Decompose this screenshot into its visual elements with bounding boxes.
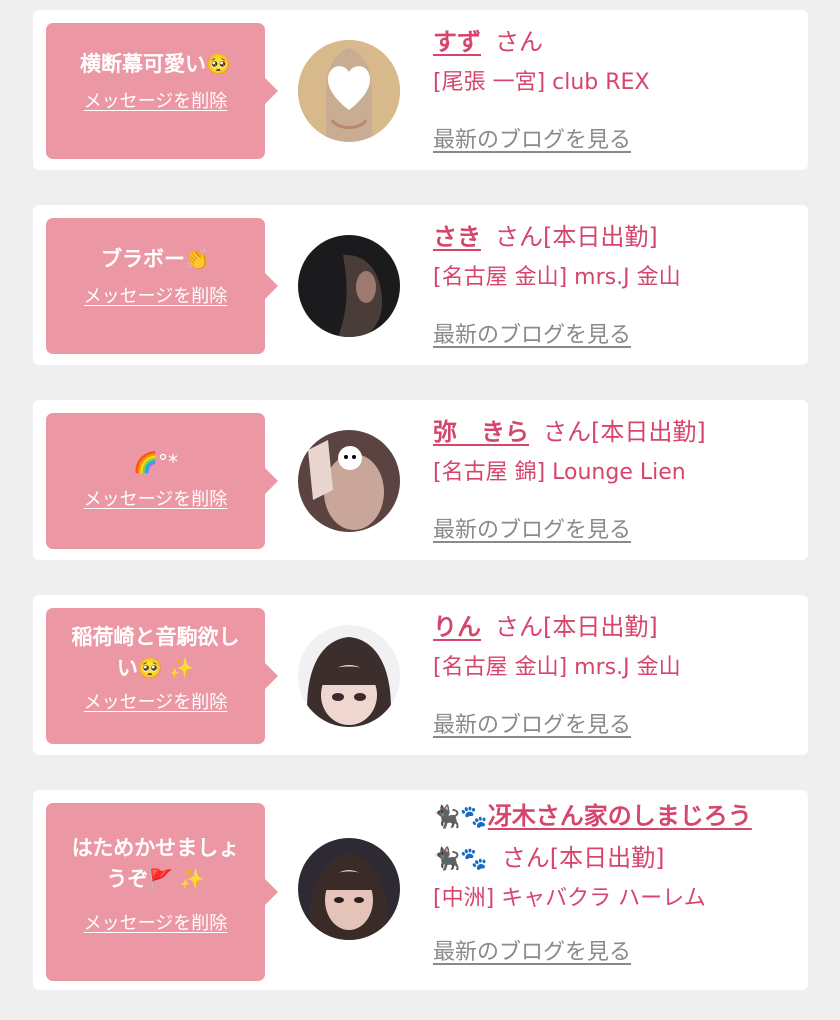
message-card: 🌈°* メッセージを削除 弥 きら さん[本日出勤] [名古屋 錦] Lounge… bbox=[33, 400, 808, 560]
delete-message-link[interactable]: メッセージを削除 bbox=[84, 909, 228, 935]
message-bubble: はためかせましょ うぞ🚩 ✨ メッセージを削除 bbox=[46, 803, 278, 981]
avatar[interactable] bbox=[298, 40, 400, 142]
cast-info: りん さん[本日出勤] [名古屋 金山] mrs.J 金山 最新のブログを見る bbox=[433, 609, 798, 739]
name-line: 弥 きら さん[本日出勤] bbox=[433, 414, 798, 450]
cast-name-link[interactable]: りん bbox=[433, 613, 481, 641]
cast-info: さき さん[本日出勤] [名古屋 金山] mrs.J 金山 最新のブログを見る bbox=[433, 219, 798, 349]
shop-label: [名古屋 金山] mrs.J 金山 bbox=[433, 655, 681, 680]
cast-info: すず さん [尾張 一宮] club REX 最新のブログを見る bbox=[433, 24, 798, 154]
name-suffix: さん[本日出勤] bbox=[495, 223, 658, 251]
message-text: ブラボー👏 bbox=[101, 247, 210, 271]
blog-link[interactable]: 最新のブログを見る bbox=[433, 122, 631, 154]
cast-info: 弥 きら さん[本日出勤] [名古屋 錦] Lounge Lien 最新のブログを… bbox=[433, 414, 798, 544]
blog-link[interactable]: 最新のブログを見る bbox=[433, 707, 631, 739]
avatar[interactable] bbox=[298, 625, 400, 727]
shop-label: [尾張 一宮] club REX bbox=[433, 70, 650, 95]
blog-link[interactable]: 最新のブログを見る bbox=[433, 934, 631, 966]
blog-link[interactable]: 最新のブログを見る bbox=[433, 512, 631, 544]
message-card: 横断幕可愛い🥺 メッセージを削除 すず さん [尾張 一宮] club REX 最… bbox=[33, 10, 808, 170]
message-list: 横断幕可愛い🥺 メッセージを削除 すず さん [尾張 一宮] club REX 最… bbox=[0, 0, 840, 1020]
shop-label: [名古屋 錦] Lounge Lien bbox=[433, 460, 686, 485]
cast-name-link[interactable]: すず bbox=[433, 28, 481, 56]
name-line: すず さん bbox=[433, 24, 798, 60]
message-bubble: 🌈°* メッセージを削除 bbox=[46, 413, 278, 549]
shop-label: [名古屋 金山] mrs.J 金山 bbox=[433, 265, 681, 290]
name-suffix: さん[本日出勤] bbox=[495, 613, 658, 641]
message-text: 稲荷崎と音駒欲し い🥺 ✨ bbox=[71, 625, 240, 680]
message-card: はためかせましょ うぞ🚩 ✨ メッセージを削除 🐈‍⬛🐾冴木さん家のしまじろう 🐈… bbox=[33, 790, 808, 990]
avatar[interactable] bbox=[298, 430, 400, 532]
cast-name-link[interactable]: 冴木さん家のしまじろう bbox=[488, 802, 752, 830]
message-bubble: 横断幕可愛い🥺 メッセージを削除 bbox=[46, 23, 278, 159]
name-suffix: さん[本日出勤] bbox=[501, 844, 665, 872]
avatar[interactable] bbox=[298, 838, 400, 940]
clapping-hands-emoji: 👏 bbox=[185, 247, 210, 271]
cast-name-link[interactable]: さき bbox=[433, 223, 481, 251]
flag-sparkle-emoji: 🚩 ✨ bbox=[148, 867, 205, 891]
cast-info: 🐈‍⬛🐾冴木さん家のしまじろう 🐈‍⬛🐾 さん[本日出勤] [中洲] キャバクラ … bbox=[433, 798, 798, 966]
delete-message-link[interactable]: メッセージを削除 bbox=[84, 282, 228, 308]
message-text: はためかせましょ うぞ🚩 ✨ bbox=[71, 836, 240, 891]
message-card: 稲荷崎と音駒欲し い🥺 ✨ メッセージを削除 りん さん[本日出勤] [名古屋 金山… bbox=[33, 595, 808, 755]
avatar[interactable] bbox=[298, 235, 400, 337]
name-suffix: さん bbox=[495, 28, 543, 56]
delete-message-link[interactable]: メッセージを削除 bbox=[84, 688, 228, 714]
message-text: 🌈°* bbox=[56, 447, 255, 478]
black-cat-paws-icon: 🐈‍⬛🐾 bbox=[433, 805, 488, 830]
message-card: ブラボー👏 メッセージを削除 さき さん[本日出勤] [名古屋 金山] mrs.J… bbox=[33, 205, 808, 365]
shop-label: [中洲] キャバクラ ハーレム bbox=[433, 886, 706, 911]
delete-message-link[interactable]: メッセージを削除 bbox=[84, 87, 228, 113]
cast-name-link[interactable]: 弥 きら bbox=[433, 418, 529, 446]
pleading-face-emoji: 🥺 bbox=[206, 52, 231, 76]
delete-message-link[interactable]: メッセージを削除 bbox=[84, 485, 228, 511]
name-line: さき さん[本日出勤] bbox=[433, 219, 798, 255]
message-text: 横断幕可愛い🥺 bbox=[80, 52, 231, 76]
black-cat-paws-icon: 🐈‍⬛🐾 bbox=[433, 847, 488, 872]
name-line: りん さん[本日出勤] bbox=[433, 609, 798, 645]
blog-link[interactable]: 最新のブログを見る bbox=[433, 317, 631, 349]
rainbow-emoji: 🌈°* bbox=[133, 450, 178, 474]
name-line-2: 🐈‍⬛🐾 さん[本日出勤] bbox=[433, 840, 798, 878]
message-bubble: ブラボー👏 メッセージを削除 bbox=[46, 218, 278, 354]
message-bubble: 稲荷崎と音駒欲し い🥺 ✨ メッセージを削除 bbox=[46, 608, 278, 744]
name-line: 🐈‍⬛🐾冴木さん家のしまじろう bbox=[433, 798, 798, 836]
pleading-sparkle-emoji: 🥺 ✨ bbox=[137, 656, 195, 680]
name-suffix: さん[本日出勤] bbox=[543, 418, 706, 446]
